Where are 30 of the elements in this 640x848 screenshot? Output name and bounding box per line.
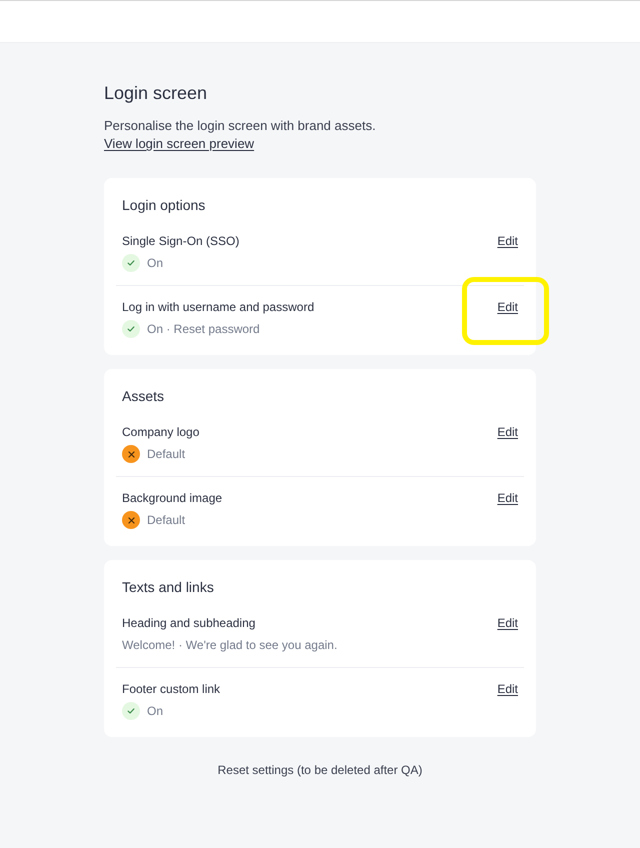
option-label: Company logo <box>122 424 200 440</box>
status-text: Default <box>147 446 186 462</box>
close-icon <box>122 445 140 463</box>
option-label: Heading and subheading <box>122 615 256 631</box>
edit-link[interactable]: Edit <box>497 490 518 506</box>
reset-settings-button[interactable]: Reset settings (to be deleted after QA) <box>218 762 422 778</box>
close-icon <box>122 511 140 529</box>
option-label: Log in with username and password <box>122 299 314 315</box>
option-label: Background image <box>122 490 222 506</box>
edit-link[interactable]: Edit <box>497 681 518 697</box>
section-title: Assets <box>121 387 166 406</box>
option-label: Footer custom link <box>122 681 220 697</box>
page-title: Login screen <box>104 82 208 104</box>
edit-link[interactable]: Edit <box>497 424 518 440</box>
edit-link[interactable]: Edit <box>497 615 518 631</box>
check-icon <box>122 254 140 272</box>
edit-link[interactable]: Edit <box>497 299 518 315</box>
check-icon <box>122 702 140 720</box>
status-text: On · Reset password <box>147 321 260 337</box>
check-icon <box>122 320 140 338</box>
edit-link[interactable]: Edit <box>497 233 518 249</box>
status-text: On <box>147 703 164 719</box>
preview-link[interactable]: View login screen preview <box>104 135 254 153</box>
status-text: On <box>147 255 164 271</box>
page-description: Personalise the login screen with brand assets. <box>104 117 377 135</box>
status-text: Welcome! · We're glad to see you again. <box>122 637 338 653</box>
section-title: Login options <box>121 196 206 215</box>
section-title: Texts and links <box>121 578 215 597</box>
option-label: Single Sign-On (SSO) <box>122 233 240 249</box>
status-text: Default <box>147 512 186 528</box>
